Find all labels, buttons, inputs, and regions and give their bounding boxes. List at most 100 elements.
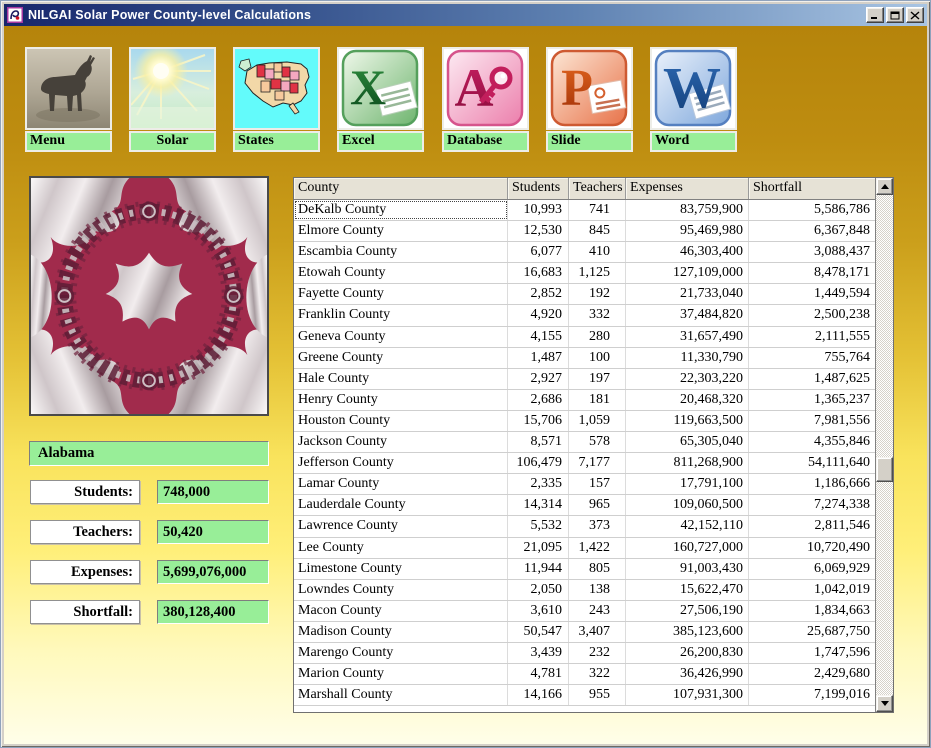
cell-county[interactable]: Jackson County	[294, 432, 508, 453]
cell-shortfall[interactable]: 7,981,556	[749, 411, 875, 431]
cell-teachers[interactable]: 197	[569, 368, 626, 389]
cell-teachers[interactable]: 322	[569, 664, 626, 685]
cell-expenses[interactable]: 107,931,300	[626, 685, 749, 706]
cell-shortfall[interactable]: 2,500,238	[749, 305, 875, 325]
cell-teachers[interactable]: 845	[569, 221, 626, 242]
cell-teachers[interactable]: 332	[569, 305, 626, 326]
cell-expenses[interactable]: 65,305,040	[626, 432, 749, 453]
cell-expenses[interactable]: 31,657,490	[626, 326, 749, 347]
cell-students[interactable]: 50,547	[508, 621, 569, 642]
table-row[interactable]: Jefferson County 106,479 7,177 811,268,900 5…	[294, 453, 875, 475]
cell-teachers[interactable]: 1,059	[569, 410, 626, 432]
cell-expenses[interactable]: 127,109,000	[626, 263, 749, 284]
cell-teachers[interactable]: 243	[569, 600, 626, 621]
cell-shortfall[interactable]: 1,487,625	[749, 369, 875, 389]
table-row[interactable]: Henry County 2,686 181 20,468,320 1,365,237	[294, 389, 875, 411]
cell-county[interactable]: Houston County	[294, 410, 508, 432]
column-header-teachers[interactable]: Teachers	[569, 178, 626, 199]
table-row[interactable]: Marshall County 14,166 955 107,931,300 7,199…	[294, 685, 875, 707]
cell-shortfall[interactable]: 1,834,663	[749, 601, 875, 621]
cell-students[interactable]: 11,944	[508, 558, 569, 579]
cell-expenses[interactable]: 119,663,500	[626, 410, 749, 432]
cell-students[interactable]: 3,439	[508, 642, 569, 664]
close-button[interactable]	[906, 7, 924, 23]
cell-students[interactable]: 4,155	[508, 326, 569, 347]
cell-teachers[interactable]: 3,407	[569, 621, 626, 642]
cell-students[interactable]: 21,095	[508, 537, 569, 558]
cell-students[interactable]: 5,532	[508, 516, 569, 537]
cell-shortfall[interactable]: 755,764	[749, 348, 875, 368]
cell-county[interactable]: Marengo County	[294, 642, 508, 664]
table-row[interactable]: Limestone County 11,944 805 91,003,430 6,069…	[294, 558, 875, 580]
cell-shortfall[interactable]: 3,088,437	[749, 242, 875, 262]
table-row[interactable]: Lauderdale County 14,314 965 109,060,500 7,2…	[294, 495, 875, 517]
cell-students[interactable]: 10,993	[508, 200, 569, 221]
cell-shortfall[interactable]: 10,720,490	[749, 538, 875, 558]
cell-teachers[interactable]: 955	[569, 685, 626, 706]
column-header-shortfall[interactable]: Shortfall	[749, 178, 875, 199]
cell-shortfall[interactable]: 1,747,596	[749, 643, 875, 663]
scroll-up-button[interactable]	[876, 178, 893, 195]
table-row[interactable]: Etowah County 16,683 1,125 127,109,000 8,478…	[294, 263, 875, 285]
cell-county[interactable]: Etowah County	[294, 263, 508, 284]
table-row[interactable]: Franklin County 4,920 332 37,484,820 2,500,2…	[294, 305, 875, 327]
table-row[interactable]: Fayette County 2,852 192 21,733,040 1,449,59…	[294, 284, 875, 306]
cell-expenses[interactable]: 15,622,470	[626, 579, 749, 600]
cell-teachers[interactable]: 965	[569, 495, 626, 516]
cell-expenses[interactable]: 385,123,600	[626, 621, 749, 642]
table-row[interactable]: Jackson County 8,571 578 65,305,040 4,355,84…	[294, 432, 875, 454]
cell-county[interactable]: DeKalb County	[294, 200, 508, 221]
table-row[interactable]: Hale County 2,927 197 22,303,220 1,487,625	[294, 368, 875, 390]
table-row[interactable]: Geneva County 4,155 280 31,657,490 2,111,555	[294, 326, 875, 348]
cell-expenses[interactable]: 37,484,820	[626, 305, 749, 326]
cell-teachers[interactable]: 192	[569, 284, 626, 305]
scroll-down-button[interactable]	[876, 695, 893, 712]
cell-county[interactable]: Geneva County	[294, 326, 508, 347]
cell-students[interactable]: 16,683	[508, 263, 569, 284]
cell-shortfall[interactable]: 25,687,750	[749, 622, 875, 642]
table-row[interactable]: Marengo County 3,439 232 26,200,830 1,747,59…	[294, 642, 875, 665]
column-header-students[interactable]: Students	[508, 178, 569, 199]
cell-students[interactable]: 6,077	[508, 242, 569, 263]
cell-expenses[interactable]: 17,791,100	[626, 474, 749, 495]
toolbar-button-database[interactable]: A Database	[442, 47, 529, 152]
cell-expenses[interactable]: 20,468,320	[626, 389, 749, 410]
cell-teachers[interactable]: 138	[569, 579, 626, 600]
table-row[interactable]: Greene County 1,487 100 11,330,790 755,764	[294, 347, 875, 369]
cell-students[interactable]: 2,335	[508, 474, 569, 495]
column-header-county[interactable]: County	[294, 178, 508, 199]
cell-teachers[interactable]: 1,125	[569, 263, 626, 284]
toolbar-button-word[interactable]: W Word	[650, 47, 737, 152]
cell-county[interactable]: Limestone County	[294, 558, 508, 579]
cell-shortfall[interactable]: 1,365,237	[749, 390, 875, 410]
cell-shortfall[interactable]: 1,042,019	[749, 580, 875, 600]
cell-shortfall[interactable]: 1,186,666	[749, 474, 875, 494]
table-row[interactable]: Houston County 15,706 1,059 119,663,500 7,98…	[294, 410, 875, 433]
cell-expenses[interactable]: 22,303,220	[626, 368, 749, 389]
cell-county[interactable]: Henry County	[294, 389, 508, 410]
cell-expenses[interactable]: 27,506,190	[626, 600, 749, 621]
cell-county[interactable]: Madison County	[294, 621, 508, 642]
cell-shortfall[interactable]: 1,449,594	[749, 284, 875, 304]
cell-expenses[interactable]: 21,733,040	[626, 284, 749, 305]
cell-expenses[interactable]: 160,727,000	[626, 537, 749, 558]
cell-students[interactable]: 14,166	[508, 685, 569, 706]
cell-county[interactable]: Fayette County	[294, 284, 508, 305]
cell-students[interactable]: 15,706	[508, 410, 569, 432]
cell-teachers[interactable]: 7,177	[569, 453, 626, 474]
cell-teachers[interactable]: 181	[569, 389, 626, 410]
cell-students[interactable]: 4,920	[508, 305, 569, 326]
table-row[interactable]: Madison County 50,547 3,407 385,123,600 25,6…	[294, 621, 875, 643]
cell-teachers[interactable]: 232	[569, 642, 626, 664]
cell-county[interactable]: Hale County	[294, 368, 508, 389]
cell-teachers[interactable]: 741	[569, 200, 626, 221]
cell-shortfall[interactable]: 8,478,171	[749, 263, 875, 283]
toolbar-button-states[interactable]: States	[233, 47, 320, 152]
minimize-button[interactable]	[866, 7, 884, 23]
cell-shortfall[interactable]: 54,111,640	[749, 453, 875, 473]
cell-shortfall[interactable]: 6,069,929	[749, 559, 875, 579]
cell-students[interactable]: 4,781	[508, 664, 569, 685]
toolbar-button-excel[interactable]: X Excel	[337, 47, 424, 152]
cell-students[interactable]: 1,487	[508, 347, 569, 368]
toolbar-button-menu[interactable]: Menu	[25, 47, 112, 152]
